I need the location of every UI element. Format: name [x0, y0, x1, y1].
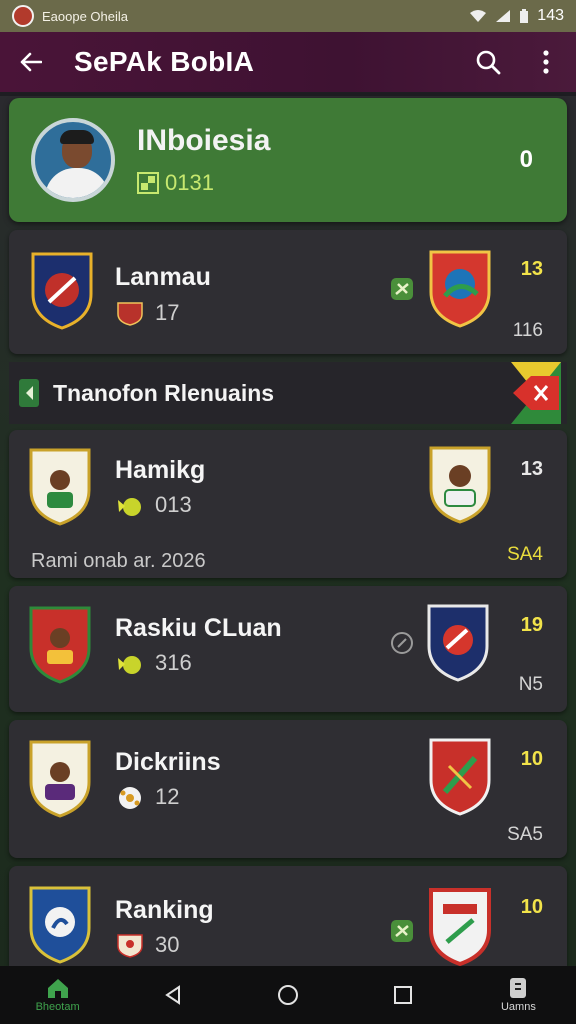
home-crest-icon: [27, 446, 93, 526]
soccer-ball-icon: [115, 784, 145, 810]
team-name: Ranking: [115, 896, 214, 924]
score-away: 116: [512, 320, 543, 341]
more-options-button[interactable]: [530, 46, 562, 78]
battery-icon: [520, 8, 529, 23]
back-button[interactable]: [14, 45, 48, 79]
team-meta-value: 30: [155, 932, 180, 957]
signal-icon: [496, 10, 511, 22]
away-crest-icon: [427, 886, 493, 966]
whistle-icon: [389, 918, 415, 944]
nav-home-button[interactable]: [230, 983, 345, 1007]
square-recents-icon: [394, 986, 413, 1004]
home-crest-icon: [27, 604, 93, 684]
grid-icon: [137, 172, 159, 194]
section-header: Tnanofon Rlenuains: [9, 362, 567, 424]
club-badge-icon: [115, 300, 145, 326]
search-button[interactable]: [472, 46, 504, 78]
home-crest-icon: [27, 738, 93, 818]
featured-team-name: INboiesia: [137, 124, 271, 157]
search-icon: [476, 50, 501, 75]
score-home: 10: [520, 896, 543, 918]
score-away: N5: [518, 674, 543, 695]
nav-home-label: Bheotam: [35, 1001, 80, 1013]
match-footnote: Rami onab ar. 2026: [31, 550, 206, 572]
triangle-back-icon: [164, 985, 180, 1005]
home-icon: [47, 979, 68, 998]
app-logo-icon: [12, 5, 34, 27]
whistle-icon: [389, 276, 415, 302]
disabled-icon: [389, 630, 415, 656]
nav-home[interactable]: Bheotam: [0, 977, 115, 1013]
score-away: SA4: [507, 544, 543, 565]
score-home: 13: [520, 458, 543, 480]
away-crest-icon: [427, 248, 493, 328]
team-name: Raskiu CLuan: [115, 614, 282, 642]
score-away: SA5: [507, 824, 543, 845]
match-card[interactable]: Lanmau 17 13 116: [9, 230, 567, 354]
section-title: Tnanofon Rlenuains: [53, 379, 275, 406]
score-home: 19: [520, 614, 543, 636]
team-meta-value: 17: [155, 300, 180, 325]
status-time: 143: [537, 7, 564, 24]
section-marker-icon: [19, 379, 39, 407]
arrow-left-icon: [20, 52, 42, 72]
wifi-icon: [470, 10, 487, 22]
status-indicators: 143: [469, 7, 564, 25]
bottom-navigation: Bheotam Uamns: [0, 966, 576, 1024]
more-vertical-icon: [543, 50, 549, 74]
app-bar: SePAk BobIA: [0, 32, 576, 92]
match-card[interactable]: Raskiu CLuan 316 19 N5: [9, 586, 567, 712]
home-crest-icon: [27, 884, 93, 964]
team-name: Dickriins: [115, 748, 221, 776]
status-bar: Eaoope Oheila 143: [0, 0, 576, 32]
page-title: SePAk BobIA: [74, 46, 255, 77]
team-meta-value: 12: [155, 784, 180, 809]
featured-team-card[interactable]: INboiesia 0131 0: [9, 98, 567, 222]
away-crest-icon: [425, 602, 491, 682]
status-app-name: Eaoope Oheila: [42, 8, 129, 24]
team-name: Hamikg: [115, 456, 206, 484]
close-flag-icon[interactable]: [511, 362, 561, 424]
nav-menu-label: Uamns: [500, 1001, 536, 1013]
home-crest-icon: [29, 250, 95, 330]
document-icon: [510, 978, 527, 998]
ball-icon: [115, 492, 145, 518]
player-avatar: [31, 118, 115, 202]
team-meta-value: 316: [155, 650, 192, 675]
team-meta-value: 013: [155, 492, 192, 517]
featured-team-code: 0131: [165, 170, 214, 195]
match-card[interactable]: Hamikg 013 13 Rami onab ar. 2026 SA4: [9, 430, 567, 578]
match-card[interactable]: Dickriins 12 10 SA5: [9, 720, 567, 858]
match-card[interactable]: Ranking 30 10: [9, 866, 567, 966]
away-crest-icon: [427, 736, 493, 816]
score-home: 10: [520, 748, 543, 770]
away-crest-icon: [427, 444, 493, 524]
nav-recents-button[interactable]: [346, 984, 461, 1006]
nav-menu[interactable]: Uamns: [461, 977, 576, 1013]
ball-icon: [115, 650, 145, 676]
team-name: Lanmau: [115, 263, 211, 291]
club-badge-icon: [115, 932, 145, 958]
circle-home-icon: [278, 985, 298, 1005]
nav-back-button[interactable]: [115, 984, 230, 1006]
score-home: 13: [520, 258, 543, 280]
featured-score: 0: [519, 146, 533, 173]
